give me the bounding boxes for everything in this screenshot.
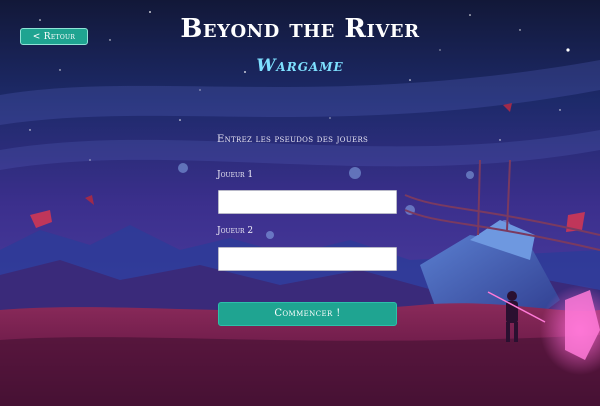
player2-label: Joueur 2 [217,226,254,236]
page-subtitle: Wargame [256,56,344,76]
player1-input[interactable] [218,190,397,214]
start-button[interactable]: Commencer ! [218,302,397,326]
page-title: Beyond the River [180,14,420,44]
player1-label: Joueur 1 [217,170,254,180]
players-prompt: Entrez les pseudos des jouers [217,134,369,145]
player2-input[interactable] [218,247,397,271]
